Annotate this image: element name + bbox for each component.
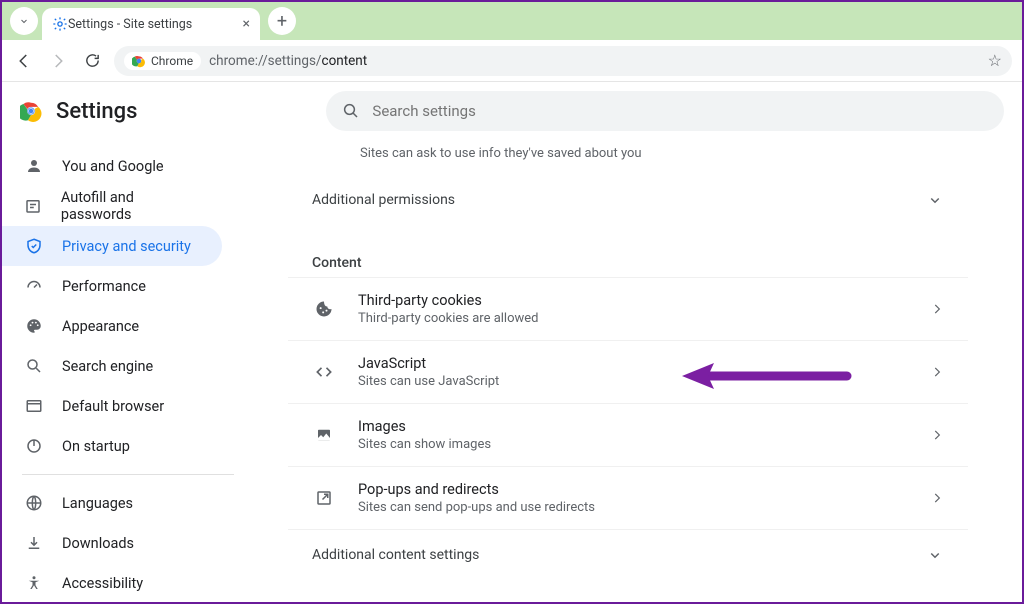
address-bar[interactable]: Chrome chrome://settings/content ☆ [114,46,1012,76]
sidebar-item-downloads[interactable]: Downloads [2,523,222,563]
accessibility-icon [24,574,44,592]
chevron-down-icon [926,191,944,209]
image-icon [312,423,336,447]
chevron-down-icon [926,546,944,564]
cookie-icon [312,297,336,321]
row-javascript[interactable]: JavaScriptSites can use JavaScript [288,340,968,403]
site-chip: Chrome [124,52,201,70]
row-third-party-cookies[interactable]: Third-party cookiesThird-party cookies a… [288,277,968,340]
forward-button[interactable] [46,49,70,73]
sidebar-item-you-and-google[interactable]: You and Google [2,146,222,186]
url-text: chrome://settings/content [209,53,367,69]
sidebar-item-languages[interactable]: Languages [2,483,222,523]
chevron-right-icon [930,491,944,505]
sidebar-item-default-browser[interactable]: Default browser [2,386,222,426]
row-popups[interactable]: Pop-ups and redirectsSites can send pop-… [288,466,968,529]
settings-header: Settings [2,82,1022,140]
chrome-logo-icon [20,100,42,122]
browser-tab[interactable]: Settings - Site settings × [42,8,260,40]
chevron-right-icon [930,365,944,379]
chevron-right-icon [930,428,944,442]
section-heading-content: Content [288,225,968,277]
settings-gear-icon [52,16,68,32]
sidebar-item-performance[interactable]: Performance [2,266,222,306]
chrome-icon [132,54,146,68]
bookmark-star-icon[interactable]: ☆ [988,51,1002,70]
sidebar-item-accessibility[interactable]: Accessibility [2,563,222,602]
person-icon [24,157,44,175]
back-button[interactable] [12,49,36,73]
expander-additional-content[interactable]: Additional content settings [288,529,968,580]
browser-tab-strip: Settings - Site settings × + [2,2,1022,40]
settings-search[interactable] [326,91,1004,131]
settings-search-input[interactable] [372,102,988,120]
shield-icon [24,237,44,255]
browser-toolbar: Chrome chrome://settings/content ☆ [2,40,1022,82]
speedometer-icon [24,277,44,295]
palette-icon [24,317,44,335]
settings-title: Settings [56,99,137,124]
chevron-right-icon [930,302,944,316]
power-icon [24,437,44,455]
sidebar-item-appearance[interactable]: Appearance [2,306,222,346]
popup-icon [312,486,336,510]
sidebar-item-privacy[interactable]: Privacy and security [2,226,222,266]
browser-icon [24,397,44,415]
tab-menu-button[interactable] [10,7,38,35]
settings-main: Sites can ask to use info they've saved … [234,140,1022,602]
search-icon [24,357,44,375]
row-images[interactable]: ImagesSites can show images [288,403,968,466]
new-tab-button[interactable]: + [268,7,296,35]
reload-button[interactable] [80,49,104,73]
sidebar-separator [22,474,234,475]
sidebar-item-search-engine[interactable]: Search engine [2,346,222,386]
tab-title: Settings - Site settings [68,17,243,32]
sidebar-item-autofill[interactable]: Autofill and passwords [2,186,222,226]
download-icon [24,534,44,552]
autofill-icon [24,197,43,215]
settings-sidebar: You and Google Autofill and passwords Pr… [2,140,234,602]
tab-close-button[interactable]: × [243,16,250,32]
chevron-down-icon [18,15,30,27]
sidebar-item-on-startup[interactable]: On startup [2,426,222,466]
row-desc-prev: Sites can ask to use info they've saved … [288,140,968,175]
code-icon [312,360,336,384]
globe-icon [24,494,44,512]
expander-additional-permissions[interactable]: Additional permissions [288,175,968,225]
search-icon [342,102,360,120]
